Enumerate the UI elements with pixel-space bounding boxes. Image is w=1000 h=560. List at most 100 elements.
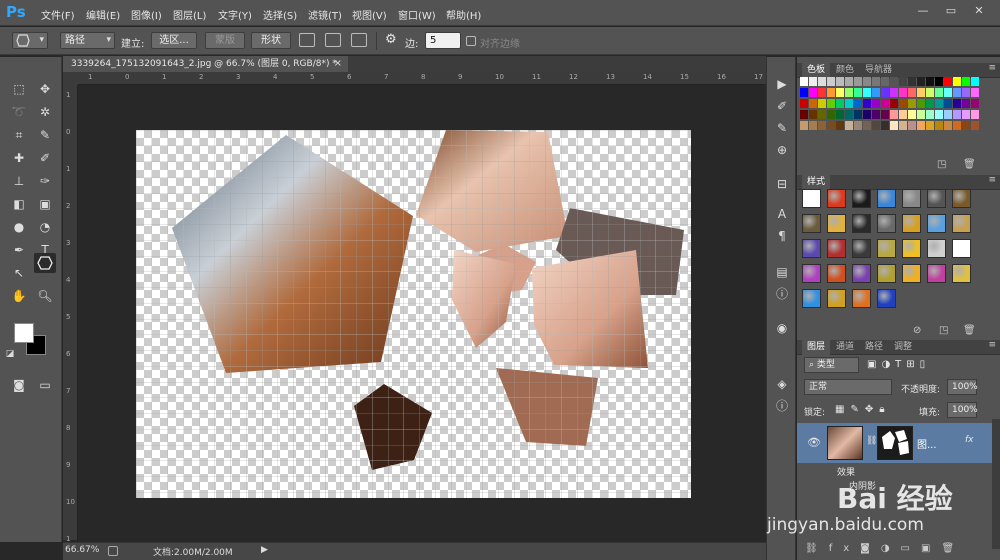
style-preset[interactable] — [827, 214, 846, 233]
layers-footer-icons[interactable]: ⛓fx◙◑▭▣🗑︎ — [805, 543, 995, 559]
opacity-input[interactable]: 100% — [947, 379, 978, 395]
align-edges-checkbox[interactable] — [466, 36, 476, 46]
lasso-icon[interactable]: ➰ — [8, 102, 30, 122]
style-preset[interactable] — [802, 264, 821, 283]
swatch[interactable] — [809, 121, 817, 130]
style-preset[interactable] — [927, 239, 946, 258]
stamp-icon[interactable]: ⊥ — [8, 171, 30, 191]
shape-button[interactable]: 形状 — [251, 32, 291, 49]
swatch[interactable] — [926, 88, 934, 97]
layer-row-selected[interactable]: 👁︎ ⛓ 图... fx — [797, 423, 992, 463]
swatch[interactable] — [899, 110, 907, 119]
swatch[interactable] — [908, 88, 916, 97]
swatch[interactable] — [926, 121, 934, 130]
style-preset[interactable] — [952, 239, 971, 258]
swatch[interactable] — [935, 121, 943, 130]
swatch[interactable] — [845, 77, 853, 86]
swatch[interactable] — [809, 99, 817, 108]
style-preset[interactable] — [927, 264, 946, 283]
marquee-icon[interactable]: ⬚ — [8, 79, 30, 99]
close-tab-icon[interactable]: × — [334, 56, 342, 72]
swatch[interactable] — [962, 110, 970, 119]
style-preset[interactable] — [827, 239, 846, 258]
swatch[interactable] — [800, 88, 808, 97]
style-preset[interactable] — [852, 214, 871, 233]
zoom-level[interactable]: 66.67% — [65, 545, 99, 555]
document-tab[interactable]: 3339264_175132091643_2.jpg @ 66.7% (图层 0… — [63, 56, 348, 72]
swatch[interactable] — [845, 110, 853, 119]
crop-icon[interactable]: ⌗ — [8, 125, 30, 145]
swatch[interactable] — [971, 121, 979, 130]
swatch[interactable] — [917, 88, 925, 97]
quick-mask-icon[interactable]: ◙ — [8, 375, 30, 395]
swatch[interactable] — [872, 110, 880, 119]
swatches-grid[interactable] — [800, 77, 979, 149]
swatch[interactable] — [818, 88, 826, 97]
swatch[interactable] — [953, 110, 961, 119]
swatch[interactable] — [908, 99, 916, 108]
swatch[interactable] — [899, 77, 907, 86]
close-window-button[interactable]: ✕ — [968, 3, 990, 19]
swatch[interactable] — [944, 99, 952, 108]
fill-input[interactable]: 100% — [947, 402, 978, 418]
swatch[interactable] — [944, 77, 952, 86]
status-menu-arrow[interactable]: ▶ — [261, 545, 268, 555]
swatch[interactable] — [872, 99, 880, 108]
clone-source-icon[interactable]: ⊕ — [772, 141, 792, 159]
style-preset[interactable] — [802, 189, 821, 208]
layers-dock-icon[interactable]: ◈ — [772, 375, 792, 393]
style-preset[interactable] — [902, 189, 921, 208]
swatch[interactable] — [800, 99, 808, 108]
style-preset[interactable] — [877, 189, 896, 208]
swatch[interactable] — [890, 110, 898, 119]
move-icon[interactable]: ✥ — [34, 79, 56, 99]
swatch[interactable] — [935, 99, 943, 108]
swatch[interactable] — [872, 121, 880, 130]
gradient-icon[interactable]: ▣ — [34, 194, 56, 214]
menu-filter[interactable]: 滤镜(T) — [308, 7, 342, 22]
swatch[interactable] — [845, 121, 853, 130]
magic-wand-icon[interactable]: ✲ — [34, 102, 56, 122]
link-icon[interactable]: ⛓ — [866, 436, 877, 446]
tab-adjustments[interactable]: 调整 — [889, 340, 917, 355]
style-preset[interactable] — [902, 214, 921, 233]
swatch[interactable] — [908, 121, 916, 130]
swatch[interactable] — [836, 121, 844, 130]
swatch[interactable] — [827, 77, 835, 86]
swatch[interactable] — [962, 77, 970, 86]
swatch[interactable] — [854, 121, 862, 130]
menu-type[interactable]: 文字(Y) — [218, 7, 252, 22]
swatch[interactable] — [809, 110, 817, 119]
panel-menu-icon[interactable]: ≡ — [988, 63, 996, 73]
trash-icon[interactable]: 🗑︎ — [963, 325, 976, 341]
swatch[interactable] — [854, 99, 862, 108]
swatch[interactable] — [917, 110, 925, 119]
swatch[interactable] — [908, 77, 916, 86]
swatch[interactable] — [935, 88, 943, 97]
tab-color[interactable]: 颜色 — [831, 63, 859, 78]
path-select-icon[interactable]: ↖ — [8, 263, 30, 283]
pen-icon[interactable]: ✒ — [8, 240, 30, 260]
sides-input[interactable]: 5 — [425, 32, 461, 49]
swatch[interactable] — [872, 77, 880, 86]
swatch[interactable] — [890, 88, 898, 97]
swatch[interactable] — [917, 99, 925, 108]
swatch[interactable] — [845, 88, 853, 97]
swatch[interactable] — [971, 110, 979, 119]
swatch[interactable] — [827, 88, 835, 97]
swatch[interactable] — [854, 110, 862, 119]
style-preset[interactable] — [877, 289, 896, 308]
screen-mode-icon[interactable]: ▭ — [34, 375, 56, 395]
swatch[interactable] — [818, 77, 826, 86]
brush-icon[interactable]: ✐ — [34, 148, 56, 168]
selection-button[interactable]: 选区... — [151, 32, 197, 49]
mode-select[interactable]: 路径 — [60, 32, 115, 49]
menu-view[interactable]: 视图(V) — [352, 7, 387, 22]
swatch[interactable] — [944, 121, 952, 130]
tab-paths[interactable]: 路径 — [860, 340, 888, 355]
swatch[interactable] — [953, 77, 961, 86]
hand-icon[interactable]: ✋ — [8, 286, 30, 306]
swatch[interactable] — [944, 88, 952, 97]
layers-scrollbar[interactable] — [992, 419, 1000, 549]
swatch[interactable] — [926, 99, 934, 108]
